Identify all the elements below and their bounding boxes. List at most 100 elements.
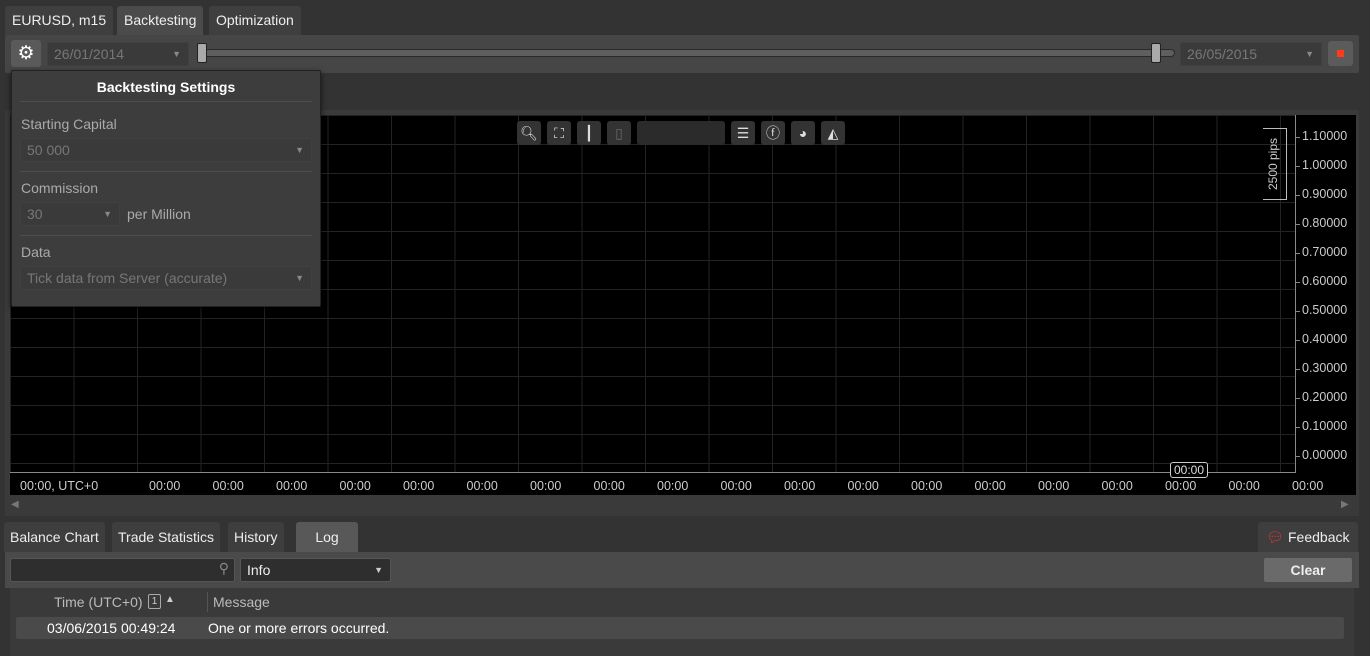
scroll-left-icon[interactable]: ◀ — [11, 499, 19, 510]
chevron-down-icon: ▼ — [103, 209, 112, 219]
tab-trade-statistics[interactable]: Trade Statistics — [112, 522, 220, 552]
commission-label: Commission — [21, 180, 99, 196]
column-header-message[interactable]: Message — [213, 594, 270, 610]
zoom-icon[interactable]: 🔍︎ — [517, 121, 541, 145]
chart-horizontal-scrollbar[interactable]: ◀ ▶ — [5, 495, 1359, 513]
chevron-down-icon: ▼ — [1305, 49, 1314, 59]
x-tick-label: 00:00 — [149, 479, 181, 493]
y-tick-mark — [1295, 224, 1300, 225]
x-tick-label: 00:00 — [657, 479, 689, 493]
data-source-select[interactable]: Tick data from Server (accurate) ▼ — [20, 266, 312, 290]
x-tick-label: 00:00 — [1292, 479, 1324, 493]
y-tick-label: 0.20000 — [1302, 390, 1348, 404]
date-range-slider[interactable] — [197, 49, 1175, 57]
chevron-down-icon: ▼ — [295, 145, 304, 155]
divider — [20, 171, 312, 172]
capital-select[interactable]: 50 000 ▼ — [20, 138, 312, 162]
end-date-value: 26/05/2015 — [1187, 46, 1258, 62]
pips-label: 2500 pips — [1266, 137, 1280, 191]
chart-settings-icon[interactable]: ⛶ — [547, 121, 571, 145]
x-tick-label: 00:00, UTC+0 — [20, 479, 99, 493]
cursor-time-label: 00:00 — [1170, 462, 1208, 478]
log-search-input[interactable]: ⚲ — [10, 558, 235, 582]
panel-title: Backtesting Settings — [96, 79, 236, 95]
x-tick-label: 00:00 — [974, 479, 1006, 493]
tab-history[interactable]: History — [228, 522, 284, 552]
y-tick-mark — [1295, 137, 1300, 138]
x-tick-label: 00:00 — [720, 479, 752, 493]
x-tick-label: 00:00 — [1228, 479, 1260, 493]
y-tick-mark — [1295, 398, 1300, 399]
y-tick-mark — [1295, 340, 1300, 341]
y-tick-label: 0.80000 — [1302, 216, 1348, 230]
x-axis — [10, 472, 1296, 473]
x-tick-label: 00:00 — [1101, 479, 1133, 493]
x-tick-label: 00:00 — [911, 479, 943, 493]
x-tick-label: 00:00 — [784, 479, 816, 493]
stop-button[interactable] — [1328, 41, 1353, 66]
x-tick-label: 00:00 — [593, 479, 625, 493]
y-tick-label: 1.10000 — [1302, 129, 1348, 143]
chevron-down-icon: ▼ — [172, 49, 181, 59]
candles-icon[interactable]: ┃ — [577, 121, 601, 145]
log-message-cell: One or more errors occurred. — [208, 620, 390, 636]
x-tick-label: 00:00 — [466, 479, 498, 493]
commission-select[interactable]: 30 ▼ — [20, 202, 120, 226]
capital-value: 50 000 — [27, 142, 70, 158]
x-tick-label: 00:00 — [212, 479, 244, 493]
tab-optimization[interactable]: Optimization — [209, 6, 301, 35]
y-tick-label: 0.90000 — [1302, 187, 1348, 201]
log-level-select[interactable]: Info ▼ — [240, 558, 391, 582]
objects-icon[interactable]: ◭ — [821, 121, 845, 145]
data-label: Data — [21, 244, 51, 260]
feedback-button[interactable]: 💬︎ Feedback — [1258, 522, 1358, 552]
sort-ascending-icon: ▲ — [165, 594, 175, 605]
chevron-down-icon: ▼ — [295, 273, 304, 283]
slider-start-handle[interactable] — [197, 43, 207, 63]
divider — [20, 101, 312, 102]
sort-order-badge: 1 — [148, 594, 161, 609]
divider — [20, 235, 312, 236]
commission-unit: per Million — [127, 206, 191, 222]
y-tick-label: 0.00000 — [1302, 448, 1348, 462]
settings-button[interactable]: ⚙ — [11, 40, 41, 67]
timeframe-icon[interactable]: ▯ — [607, 121, 631, 145]
slider-end-handle[interactable] — [1151, 43, 1161, 63]
tab-balance-chart[interactable]: Balance Chart — [4, 522, 105, 552]
y-tick-label: 0.10000 — [1302, 419, 1348, 433]
tab-log[interactable]: Log — [296, 522, 358, 552]
backtesting-settings-panel: Backtesting Settings Starting Capital 50… — [11, 70, 321, 307]
y-tick-mark — [1295, 282, 1300, 283]
chart-toolbar-field[interactable] — [637, 121, 725, 145]
tab-symbol[interactable]: EURUSD, m15 — [5, 6, 114, 35]
y-tick-label: 0.60000 — [1302, 274, 1348, 288]
log-table: Time (UTC+0) 1 ▲ Message 03/06/2015 00:4… — [10, 588, 1354, 656]
tab-backtesting[interactable]: Backtesting — [117, 6, 204, 35]
start-date-select[interactable]: 26/01/2014 ▼ — [47, 42, 189, 66]
table-row[interactable]: 03/06/2015 00:49:24 One or more errors o… — [16, 617, 1344, 639]
log-time-cell: 03/06/2015 00:49:24 — [47, 620, 176, 636]
y-axis — [1295, 115, 1296, 473]
facebook-icon[interactable]: ⓕ — [761, 121, 785, 145]
start-date-value: 26/01/2014 — [54, 46, 125, 62]
search-icon: ⚲ — [218, 560, 229, 576]
gear-icon: ⚙ — [17, 43, 35, 64]
end-date-select[interactable]: 26/05/2015 ▼ — [1180, 42, 1322, 66]
list-icon[interactable]: ☰ — [731, 121, 755, 145]
x-tick-label: 00:00 — [403, 479, 435, 493]
y-tick-label: 0.30000 — [1302, 361, 1348, 375]
x-tick-label: 00:00 — [847, 479, 879, 493]
clear-button[interactable]: Clear — [1264, 558, 1352, 582]
share-icon[interactable]: ◕ — [791, 121, 815, 145]
column-header-time[interactable]: Time (UTC+0) — [54, 594, 143, 610]
x-tick-label: 00:00 — [530, 479, 562, 493]
x-tick-label: 00:00 — [276, 479, 308, 493]
feedback-label: Feedback — [1288, 529, 1350, 545]
y-tick-mark — [1295, 456, 1300, 457]
scroll-right-icon[interactable]: ▶ — [1341, 499, 1349, 510]
y-tick-mark — [1295, 369, 1300, 370]
data-source-value: Tick data from Server (accurate) — [27, 270, 228, 286]
speech-bubble-icon: 💬︎ — [1266, 529, 1284, 545]
y-tick-mark — [1295, 311, 1300, 312]
y-tick-mark — [1295, 253, 1300, 254]
